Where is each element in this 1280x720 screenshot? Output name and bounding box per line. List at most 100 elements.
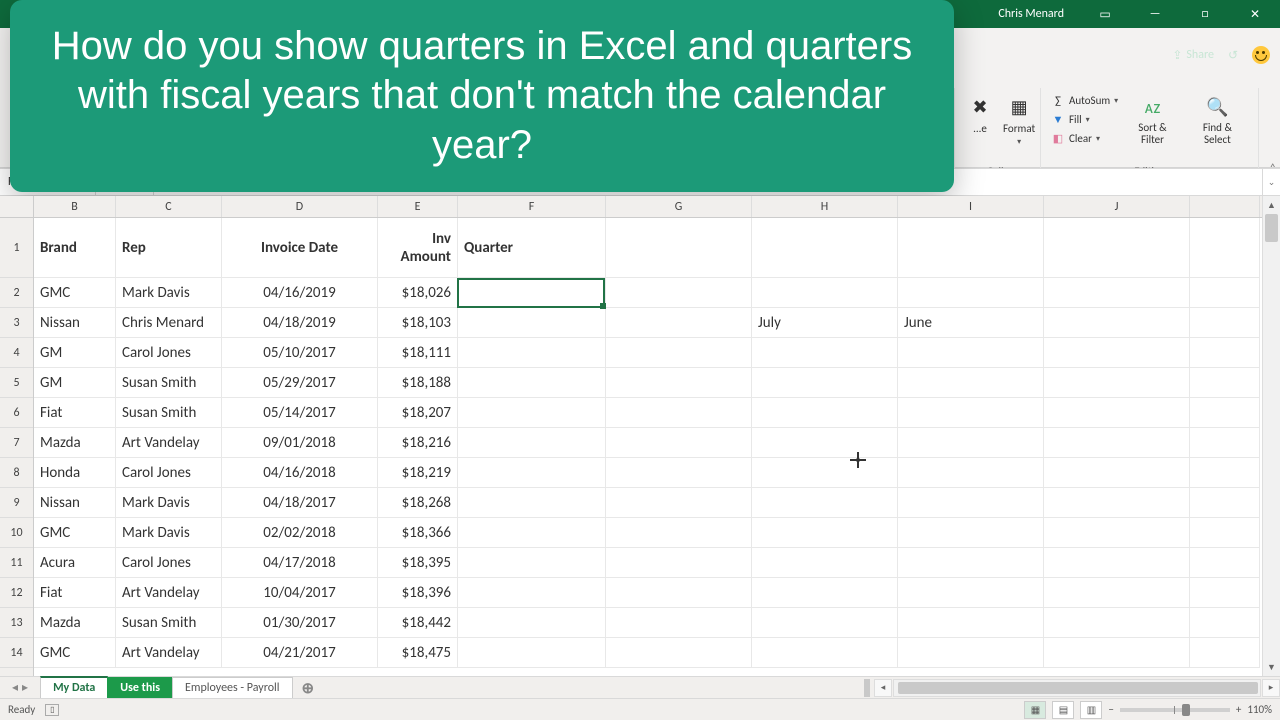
scroll-down-icon[interactable]: ▼ <box>1263 658 1280 676</box>
cell[interactable]: July <box>752 308 898 338</box>
cell[interactable]: GM <box>34 338 116 368</box>
col-header[interactable]: I <box>898 196 1044 217</box>
cell[interactable] <box>898 278 1044 308</box>
cell[interactable]: $18,395 <box>378 548 458 578</box>
cell[interactable] <box>898 488 1044 518</box>
col-header[interactable] <box>1190 196 1260 217</box>
cell[interactable] <box>898 398 1044 428</box>
cell[interactable] <box>1044 308 1190 338</box>
page-break-view-button[interactable]: ▥ <box>1080 701 1102 719</box>
row-header[interactable]: 4 <box>0 338 33 368</box>
scroll-left-icon[interactable]: ◂ <box>874 679 892 697</box>
cell[interactable] <box>1190 578 1260 608</box>
col-header[interactable]: F <box>458 196 606 217</box>
spreadsheet-grid[interactable]: B C D E F G H I J 1234567891011121314 Br… <box>0 196 1280 676</box>
cell[interactable] <box>606 398 752 428</box>
normal-view-button[interactable]: ▦ <box>1024 701 1046 719</box>
cell[interactable] <box>1044 218 1190 278</box>
format-button[interactable]: ▦ Format ▾ <box>1001 92 1037 149</box>
delete-button[interactable]: ✖ ...e <box>965 92 995 137</box>
tab-prev-icon[interactable]: ◂ <box>12 680 18 695</box>
cell[interactable] <box>606 458 752 488</box>
row-header[interactable]: 10 <box>0 518 33 548</box>
cell[interactable] <box>752 398 898 428</box>
cell[interactable] <box>1044 638 1190 668</box>
autosum-button[interactable]: ∑AutoSum▾ <box>1051 92 1118 110</box>
table-row[interactable]: FiatArt Vandelay10/04/2017$18,396 <box>34 578 1262 608</box>
horizontal-scrollbar[interactable]: ◂ ▸ <box>860 677 1280 698</box>
cell[interactable] <box>1190 638 1260 668</box>
row-header[interactable]: 5 <box>0 368 33 398</box>
cell[interactable]: June <box>898 308 1044 338</box>
cell[interactable]: 04/18/2019 <box>222 308 378 338</box>
cell[interactable] <box>752 488 898 518</box>
cell[interactable] <box>1044 428 1190 458</box>
table-row[interactable]: AcuraCarol Jones04/17/2018$18,395 <box>34 548 1262 578</box>
cell[interactable] <box>606 428 752 458</box>
cell[interactable] <box>752 548 898 578</box>
table-row[interactable]: BrandRepInvoice DateInv AmountQuarter <box>34 218 1262 278</box>
row-header[interactable]: 9 <box>0 488 33 518</box>
cell[interactable] <box>752 518 898 548</box>
table-row[interactable]: GMCarol Jones05/10/2017$18,111 <box>34 338 1262 368</box>
cell[interactable] <box>898 578 1044 608</box>
cell[interactable] <box>1044 458 1190 488</box>
row-header[interactable]: 6 <box>0 398 33 428</box>
cell[interactable] <box>1044 368 1190 398</box>
cell[interactable]: $18,219 <box>378 458 458 488</box>
cell[interactable] <box>606 278 752 308</box>
minimize-button[interactable]: — <box>1134 0 1176 28</box>
row-header[interactable]: 1 <box>0 218 33 278</box>
row-header[interactable]: 7 <box>0 428 33 458</box>
table-row[interactable]: FiatSusan Smith05/14/2017$18,207 <box>34 398 1262 428</box>
cell[interactable] <box>458 548 606 578</box>
table-row[interactable]: MazdaArt Vandelay09/01/2018$18,216 <box>34 428 1262 458</box>
tab-next-icon[interactable]: ▸ <box>22 680 28 695</box>
cell[interactable] <box>606 608 752 638</box>
cell[interactable]: $18,268 <box>378 488 458 518</box>
scroll-thumb[interactable] <box>898 682 1258 694</box>
table-row[interactable]: GMCMark Davis04/16/2019$18,026 <box>34 278 1262 308</box>
cell[interactable] <box>606 308 752 338</box>
cell[interactable]: $18,207 <box>378 398 458 428</box>
cell[interactable] <box>898 518 1044 548</box>
cell[interactable]: Susan Smith <box>116 398 222 428</box>
cell[interactable] <box>606 218 752 278</box>
close-button[interactable]: ✕ <box>1234 0 1276 28</box>
cell[interactable]: $18,475 <box>378 638 458 668</box>
col-header[interactable]: B <box>34 196 116 217</box>
cell[interactable] <box>1190 548 1260 578</box>
cell[interactable]: Mark Davis <box>116 278 222 308</box>
history-icon[interactable]: ↺ <box>1228 48 1238 63</box>
cell[interactable]: Art Vandelay <box>116 428 222 458</box>
cell[interactable] <box>458 338 606 368</box>
cell[interactable] <box>1190 608 1260 638</box>
zoom-in-button[interactable]: + <box>1236 703 1241 716</box>
col-header[interactable]: C <box>116 196 222 217</box>
cell[interactable]: 04/17/2018 <box>222 548 378 578</box>
cell[interactable] <box>1190 518 1260 548</box>
cell[interactable] <box>752 578 898 608</box>
cell[interactable] <box>1044 398 1190 428</box>
cell[interactable] <box>1190 368 1260 398</box>
cell[interactable] <box>752 278 898 308</box>
scroll-thumb[interactable] <box>1265 214 1278 242</box>
cell[interactable]: Carol Jones <box>116 548 222 578</box>
scroll-up-icon[interactable]: ▲ <box>1263 196 1280 214</box>
cell[interactable] <box>458 398 606 428</box>
cell[interactable] <box>458 368 606 398</box>
cell[interactable]: Nissan <box>34 488 116 518</box>
cell[interactable]: Carol Jones <box>116 458 222 488</box>
cell[interactable]: Rep <box>116 218 222 278</box>
cell[interactable] <box>458 488 606 518</box>
cell[interactable] <box>606 368 752 398</box>
cell[interactable]: $18,442 <box>378 608 458 638</box>
cell[interactable] <box>752 218 898 278</box>
col-header[interactable]: J <box>1044 196 1190 217</box>
cell[interactable] <box>458 608 606 638</box>
cell[interactable]: 09/01/2018 <box>222 428 378 458</box>
cell[interactable]: Susan Smith <box>116 608 222 638</box>
smiley-feedback-icon[interactable] <box>1252 46 1270 64</box>
cell[interactable] <box>1190 308 1260 338</box>
cell[interactable]: 02/02/2018 <box>222 518 378 548</box>
